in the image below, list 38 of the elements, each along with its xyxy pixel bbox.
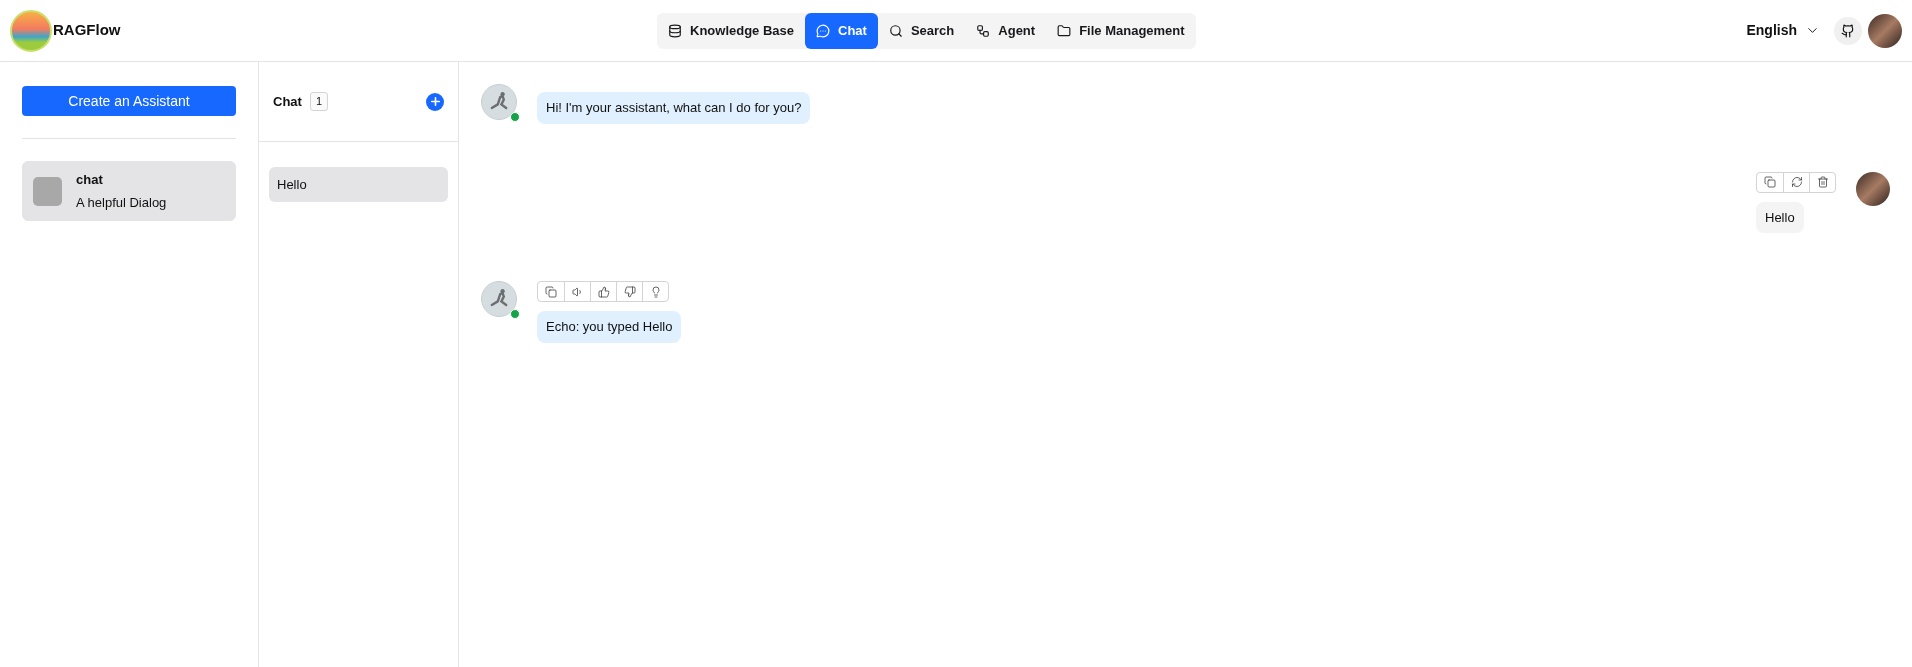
language-select[interactable]: English (1746, 20, 1820, 41)
add-button[interactable] (426, 92, 444, 111)
search-icon (888, 23, 903, 38)
refresh-icon (1790, 176, 1803, 188)
assistant-icon (33, 176, 62, 206)
github-button[interactable] (1834, 16, 1862, 45)
assistant-card[interactable]: chat A helpful Dialog (22, 161, 236, 221)
message-bubble: Hi! I'm your assistant, what can I do for you? (537, 92, 811, 124)
user-avatar[interactable] (1856, 171, 1890, 206)
chat-bubble-icon (816, 23, 831, 38)
panel-title: Chat (273, 92, 302, 111)
message-bubble: Hello (1756, 201, 1804, 233)
database-icon (668, 23, 682, 38)
nav-tab[interactable]: File Management (1046, 12, 1196, 49)
lightbulb-icon (649, 285, 662, 298)
logo-icon (10, 9, 52, 52)
assistant-description: A helpful Dialog (76, 193, 167, 212)
nodes-icon (976, 23, 991, 38)
thumbs-up-icon (597, 285, 610, 298)
brand-name: RAGFlow (53, 20, 121, 41)
count-badge: 1 (309, 92, 328, 111)
copy-icon (545, 285, 557, 298)
folder-icon (1057, 23, 1072, 38)
conversation-item[interactable]: Hello (269, 167, 448, 202)
nav-tab[interactable]: Agent (965, 12, 1047, 49)
github-icon (1841, 23, 1855, 38)
assistant-name: chat (76, 171, 104, 189)
user-avatar[interactable] (1868, 13, 1902, 48)
thumbs-down-icon (623, 285, 636, 298)
trash-icon (1816, 176, 1829, 188)
copy-icon (1764, 176, 1776, 188)
nav-tab[interactable]: Search (877, 12, 966, 49)
message-bubble: Echo: you typed Hello (537, 311, 682, 343)
create-assistant-button[interactable]: Create an Assistant (22, 86, 236, 116)
nav-tab[interactable]: Knowledge Base (657, 12, 806, 49)
speaker-icon (571, 285, 584, 298)
nav-tab[interactable]: Chat (805, 12, 878, 49)
plus-icon (428, 95, 442, 108)
